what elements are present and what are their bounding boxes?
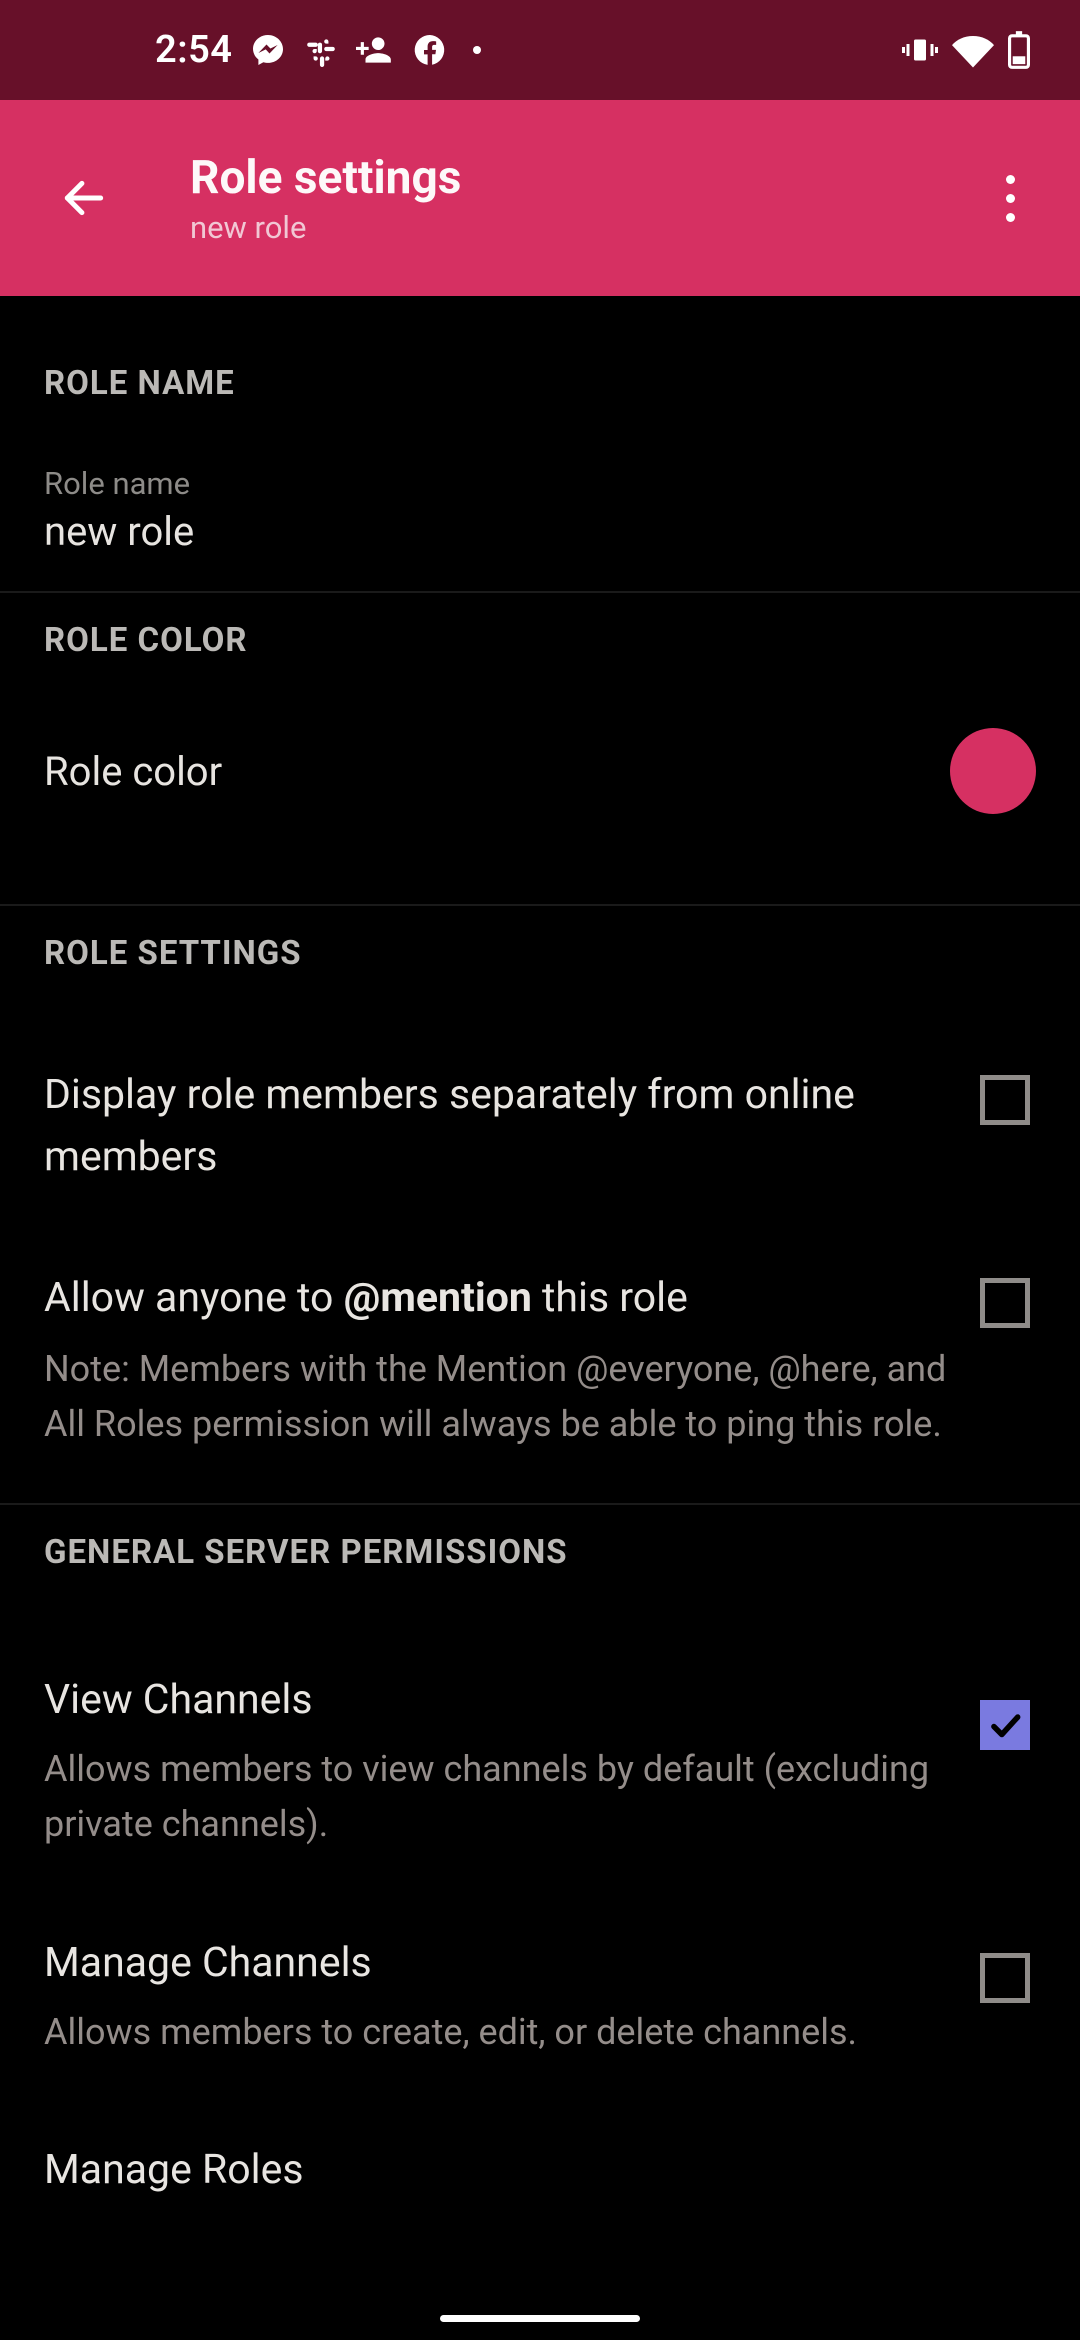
status-time: 2:54 <box>155 28 232 72</box>
section-header-role-settings: ROLE SETTINGS <box>0 916 1080 991</box>
permission-manage-channels[interactable]: Manage Channels Allows members to create… <box>0 1893 1080 2100</box>
add-contact-icon <box>356 31 394 69</box>
checkbox-manage-channels[interactable] <box>980 1953 1030 2003</box>
battery-icon <box>1008 31 1030 69</box>
setting-display-separately-title: Display role members separately from onl… <box>44 1065 950 1188</box>
role-name-value: new role <box>44 508 1036 555</box>
role-name-label: Role name <box>44 465 1036 502</box>
setting-allow-mention[interactable]: Allow anyone to @mention this role Note:… <box>0 1228 1080 1493</box>
content: ROLE NAME Role name new role ROLE COLOR … <box>0 296 1080 2202</box>
checkbox-view-channels[interactable] <box>980 1700 1030 1750</box>
more-notifications-dot-icon <box>472 45 482 55</box>
status-bar: 2:54 <box>0 0 1080 100</box>
app-bar-titles: Role settings new role <box>190 151 974 246</box>
arrow-left-icon <box>59 173 109 223</box>
overflow-menu-button[interactable] <box>974 162 1046 234</box>
page-subtitle: new role <box>190 209 974 246</box>
role-name-field[interactable]: Role name new role <box>0 421 1080 591</box>
check-icon <box>986 1706 1024 1744</box>
checkbox-display-separately[interactable] <box>980 1075 1030 1125</box>
permission-manage-channels-title: Manage Channels <box>44 1933 950 1995</box>
setting-display-separately[interactable]: Display role members separately from onl… <box>0 1025 1080 1228</box>
more-vert-icon <box>1006 175 1015 184</box>
status-right <box>902 29 1030 71</box>
messenger-icon <box>250 32 286 68</box>
role-color-label: Role color <box>44 748 222 795</box>
permission-view-channels-desc: Allows members to view channels by defau… <box>44 1742 950 1854</box>
page-title: Role settings <box>190 151 974 205</box>
vibrate-icon <box>902 32 938 68</box>
back-button[interactable] <box>48 162 120 234</box>
permission-view-channels-title: View Channels <box>44 1670 950 1732</box>
app-bar: Role settings new role <box>0 100 1080 296</box>
permission-manage-roles[interactable]: Manage Roles <box>0 2100 1080 2202</box>
section-header-role-color: ROLE COLOR <box>0 603 1080 678</box>
permission-view-channels[interactable]: View Channels Allows members to view cha… <box>0 1630 1080 1893</box>
status-left: 2:54 <box>155 28 482 72</box>
role-color-swatch <box>950 728 1036 814</box>
nav-handle[interactable] <box>440 2315 640 2322</box>
section-header-general-permissions: GENERAL SERVER PERMISSIONS <box>0 1515 1080 1590</box>
facebook-icon <box>412 32 448 68</box>
role-color-row[interactable]: Role color <box>0 678 1080 904</box>
setting-allow-mention-title: Allow anyone to @mention this role <box>44 1268 950 1330</box>
checkbox-allow-mention[interactable] <box>980 1278 1030 1328</box>
setting-allow-mention-desc: Note: Members with the Mention @everyone… <box>44 1342 950 1454</box>
slack-icon <box>304 33 338 67</box>
section-header-role-name: ROLE NAME <box>0 346 1080 421</box>
permission-manage-roles-title: Manage Roles <box>44 2140 1040 2202</box>
wifi-icon <box>952 29 994 71</box>
permission-manage-channels-desc: Allows members to create, edit, or delet… <box>44 2005 950 2061</box>
